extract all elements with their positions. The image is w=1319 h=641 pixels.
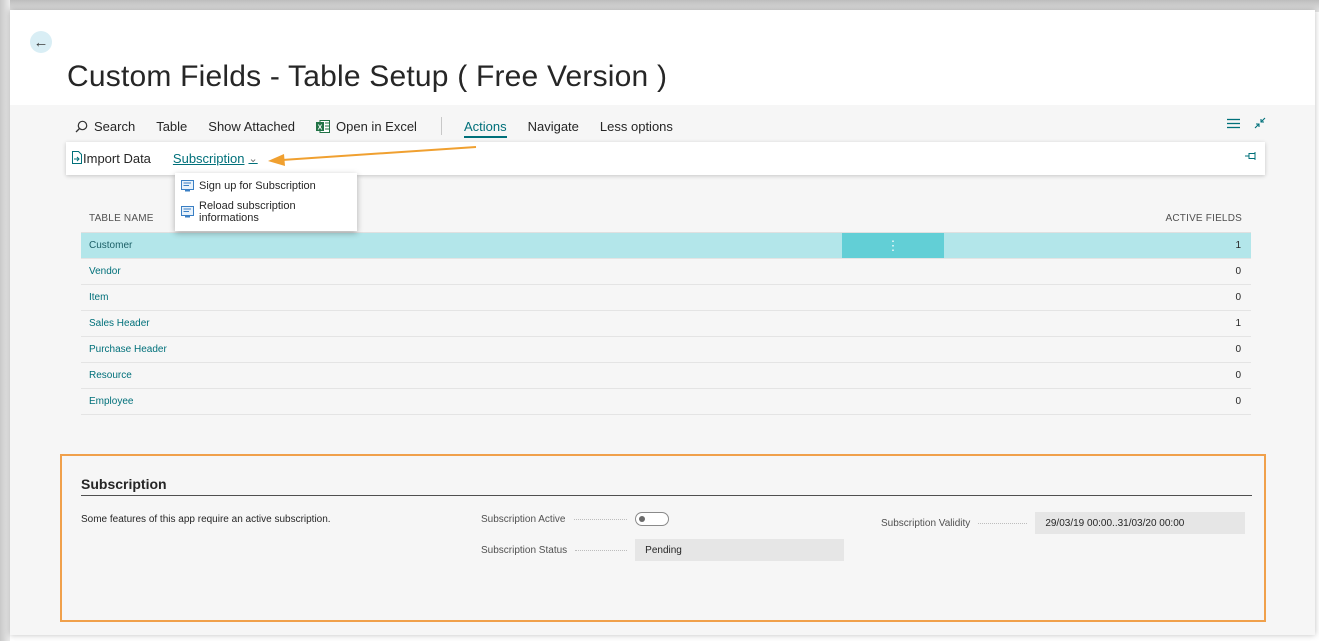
table-row[interactable]: Employee 0 [81, 389, 1251, 415]
subscription-description: Some features of this app require an act… [81, 514, 331, 525]
fasttab-divider [81, 495, 1252, 496]
active-fields-cell: 0 [1235, 396, 1241, 407]
table-row[interactable]: Item 0 [81, 285, 1251, 311]
table-name-cell[interactable]: Resource [89, 370, 132, 381]
subscription-validity-label: Subscription Validity [881, 517, 971, 529]
table-name-cell[interactable]: Item [89, 292, 108, 303]
more-vertical-icon: ⋮ [886, 237, 900, 253]
toggle-knob [638, 516, 645, 522]
table-name-cell[interactable]: Purchase Header [89, 344, 167, 355]
active-fields-cell: 1 [1235, 318, 1241, 329]
active-fields-cell: 0 [1235, 266, 1241, 277]
field-leader [575, 549, 628, 551]
reload-subscription-item[interactable]: Reload subscription informations [175, 199, 357, 225]
table-name-cell[interactable]: Vendor [89, 266, 121, 277]
table-name-cell[interactable]: Customer [89, 240, 132, 251]
subscription-active-field: Subscription Active [481, 512, 669, 526]
column-header-active-fields[interactable]: ACTIVE FIELDS [1165, 213, 1242, 224]
column-header-table-name[interactable]: TABLE NAME [89, 213, 154, 224]
active-fields-cell: 0 [1235, 292, 1241, 303]
tables-list: TABLE NAME ACTIVE FIELDS Customer ⋮ 1 Ve… [81, 205, 1251, 415]
table-row[interactable]: Purchase Header 0 [81, 337, 1251, 363]
subscription-status-field: Subscription Status Pending [481, 539, 845, 561]
row-menu-button[interactable]: ⋮ [842, 233, 944, 258]
table-row[interactable]: Resource 0 [81, 363, 1251, 389]
subscription-dropdown: Sign up for Subscription Reload subscrip… [175, 173, 357, 231]
table-row[interactable]: Vendor 0 [81, 259, 1251, 285]
field-leader [978, 522, 1028, 524]
subscription-action-icon [181, 180, 194, 192]
subscription-status-label: Subscription Status [481, 544, 568, 556]
table-name-cell[interactable]: Employee [89, 396, 133, 407]
active-fields-cell: 0 [1235, 370, 1241, 381]
fasttab-title[interactable]: Subscription [81, 476, 167, 492]
sign-up-label: Sign up for Subscription [199, 180, 316, 192]
table-row[interactable]: Sales Header 1 [81, 311, 1251, 337]
field-leader [573, 518, 627, 520]
subscription-fasttab: Subscription Some features of this app r… [60, 454, 1266, 622]
active-fields-cell: 0 [1235, 344, 1241, 355]
subscription-active-label: Subscription Active [481, 513, 566, 525]
table-name-cell[interactable]: Sales Header [89, 318, 150, 329]
table-row[interactable]: Customer ⋮ 1 [81, 233, 1251, 259]
reload-label: Reload subscription informations [199, 200, 296, 224]
subscription-validity-value[interactable]: 29/03/19 00:00..31/03/20 00:00 [1035, 512, 1246, 534]
subscription-validity-field: Subscription Validity 29/03/19 00:00..31… [881, 512, 1246, 534]
subscription-active-toggle[interactable] [634, 512, 669, 526]
subscription-status-value[interactable]: Pending [635, 539, 845, 561]
subscription-action-icon [181, 206, 194, 218]
sign-up-subscription-item[interactable]: Sign up for Subscription [175, 173, 357, 199]
active-fields-cell: 1 [1235, 240, 1241, 251]
